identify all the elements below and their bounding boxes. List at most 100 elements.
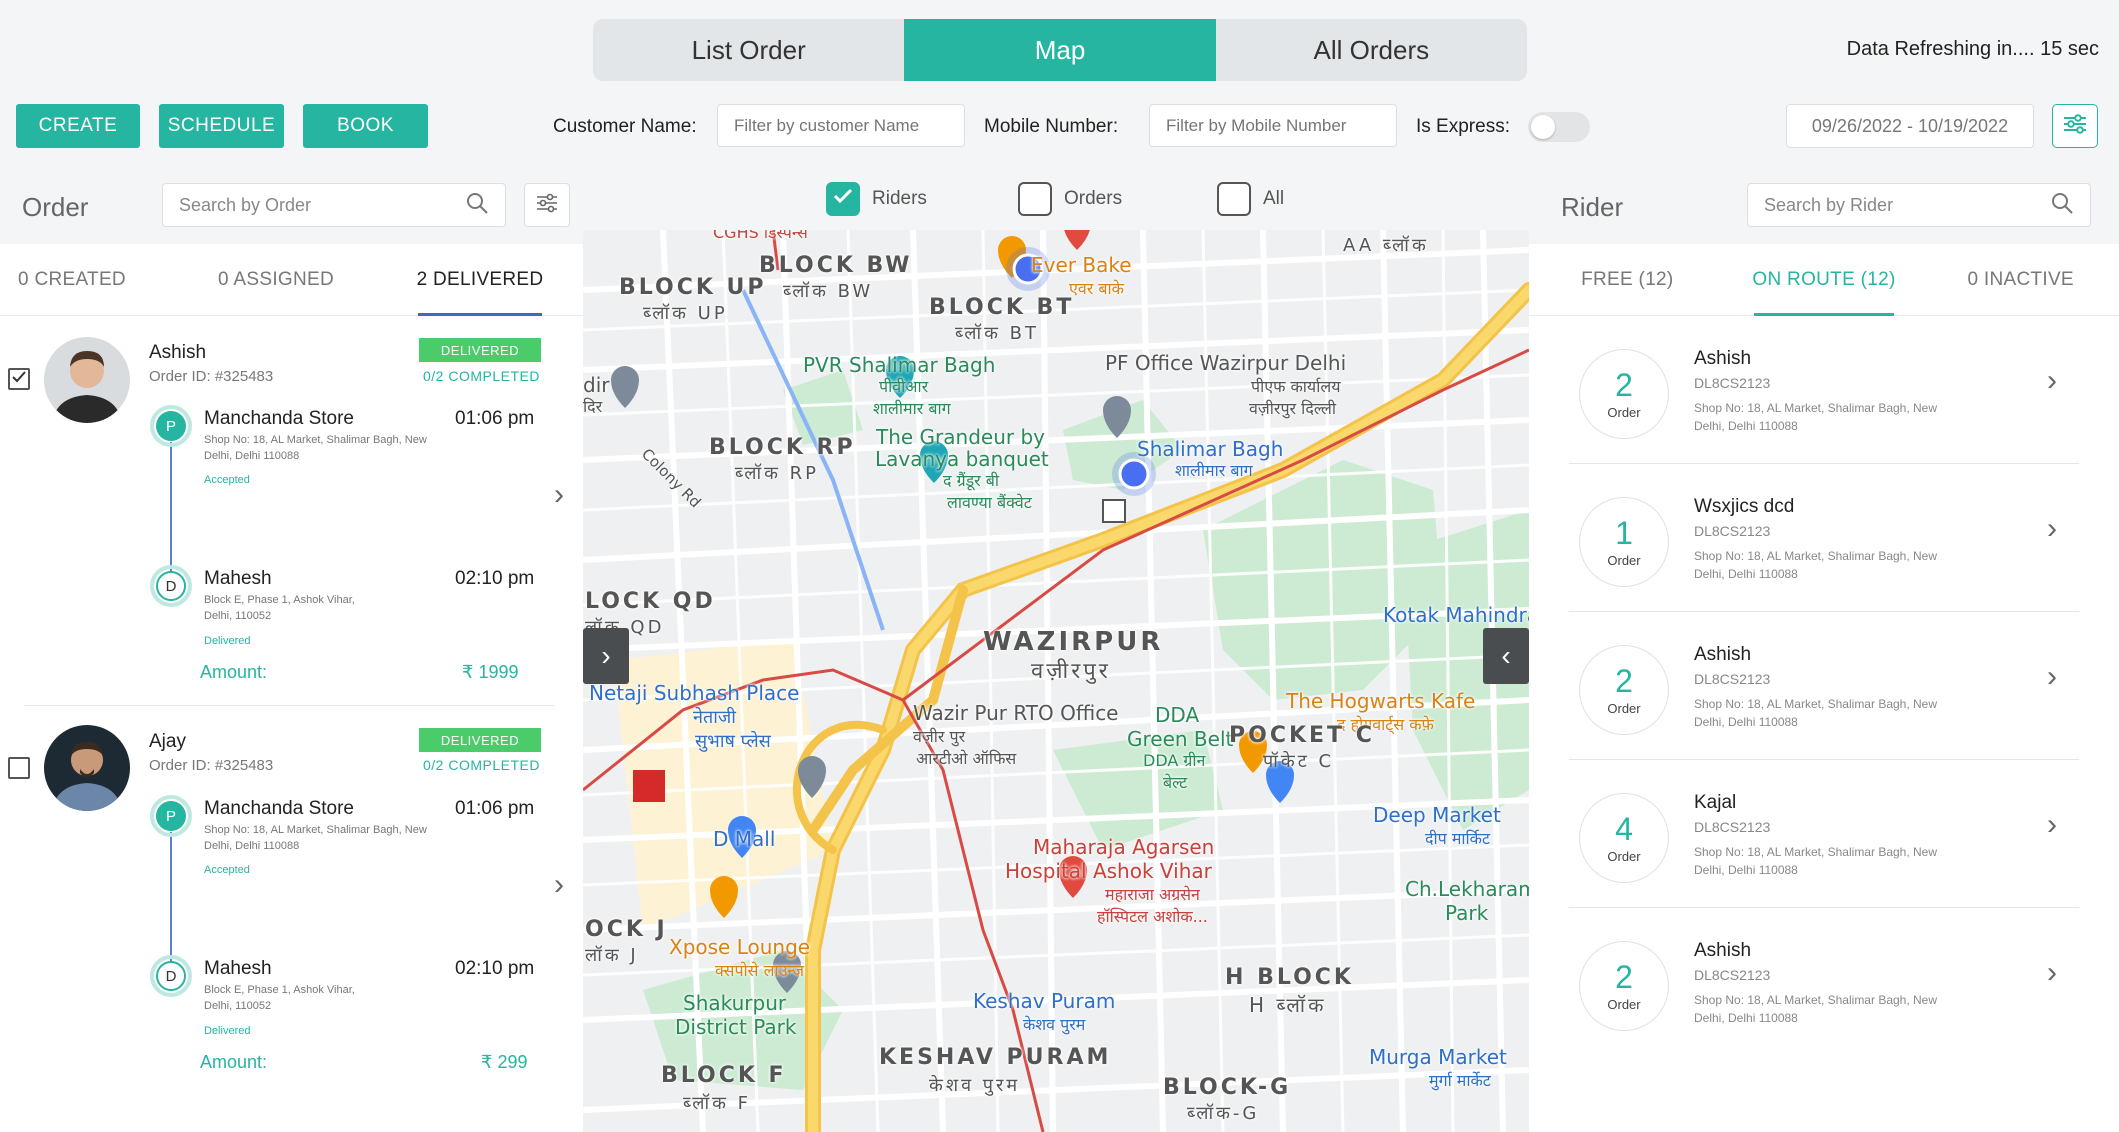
rider-row[interactable]: 2 Order Ashish DL8CS2123 Shop No: 18, AL …	[1569, 316, 2079, 464]
rider-search-input[interactable]: Search by Rider	[1747, 183, 2091, 227]
customer-name: Ashish	[149, 342, 207, 363]
rider-panel-title: Rider	[1561, 192, 1624, 222]
create-button[interactable]: CREATE	[16, 104, 140, 148]
rider-order-count: 2 Order	[1579, 645, 1669, 735]
riders-checkbox[interactable]: Riders	[826, 182, 927, 216]
map-label-dda: DDA	[1155, 703, 1200, 727]
map-label-rto-hi: वज़ीर पुर	[913, 727, 966, 746]
checkbox-box	[826, 182, 860, 216]
map-label-pvr-hi: पीवीआर	[879, 377, 929, 396]
rider-panel-header: Rider Search by Rider	[1529, 166, 2119, 244]
completed-count: 0/2 COMPLETED	[423, 368, 540, 384]
chevron-right-icon[interactable]: ›	[554, 478, 564, 512]
orders-checkbox[interactable]: Orders	[1018, 182, 1122, 216]
order-search-input[interactable]: Search by Order	[162, 183, 506, 227]
map-label-dda-hi2: बेल्ट	[1163, 773, 1188, 792]
drop-name: Mahesh	[204, 568, 272, 589]
sliders-icon	[2062, 112, 2088, 141]
map-label-rto-hi2: आरटीओ ऑफिस	[916, 749, 1017, 768]
map-label-pf-office-hi: पीएफ कार्यालय	[1251, 377, 1341, 396]
map-label-cghs: CGHS डिस्पेन्स	[713, 230, 808, 242]
pickup-time: 01:06 pm	[455, 408, 535, 429]
order-filter-button[interactable]	[524, 183, 570, 227]
rider-panel: Rider Search by Rider FREE (12) ON ROUTE…	[1529, 166, 2119, 1132]
chevron-right-icon[interactable]: ›	[2047, 660, 2057, 694]
map-label-d-mall: D Mall	[713, 827, 776, 851]
map-label-pvr-hi2: शालीमार बाग	[873, 399, 951, 418]
rider-search-placeholder: Search by Rider	[1764, 194, 1894, 215]
mobile-number-input[interactable]	[1149, 104, 1397, 147]
map-label-block-j-hi: लॉक J	[585, 945, 639, 966]
order-card[interactable]: Ajay Order ID: #325483 DELIVERED 0/2 COM…	[0, 706, 583, 1094]
checkbox-box	[1217, 182, 1251, 216]
map-label-netaji: Netaji Subhash Place	[589, 681, 800, 705]
drop-marker: D	[150, 955, 192, 997]
rider-row[interactable]: 4 Order Kajal DL8CS2123 Shop No: 18, AL M…	[1569, 760, 2079, 908]
chevron-right-icon[interactable]: ›	[554, 868, 564, 902]
customer-name-input[interactable]	[717, 104, 965, 147]
pickup-marker: P	[150, 795, 192, 837]
riders-label: Riders	[872, 188, 927, 209]
schedule-button[interactable]: SCHEDULE	[159, 104, 284, 148]
map-label-grandeur: The Grandeur by	[876, 425, 1045, 449]
tab-free[interactable]: FREE (12)	[1529, 244, 1726, 315]
search-icon	[465, 191, 489, 220]
map-label-pocket-c-hi: पॉकेट C	[1263, 751, 1335, 772]
map-canvas[interactable]: CGHS डिस्पेन्स BLOCK BW ब्लॉक BW BLOCK U…	[583, 230, 1529, 1132]
chevron-right-icon[interactable]: ›	[2047, 808, 2057, 842]
map-label-keshav-puram-st-hi: केशव पुरम	[1023, 1015, 1086, 1034]
map-label-dda2: Green Belt	[1127, 727, 1234, 751]
map-label-block-f: BLOCK F	[661, 1063, 787, 1088]
book-button[interactable]: BOOK	[303, 104, 428, 148]
chevron-right-icon[interactable]: ›	[2047, 512, 2057, 546]
all-checkbox[interactable]: All	[1217, 182, 1284, 216]
map-label-block-f-hi: ब्लॉक F	[683, 1093, 752, 1114]
map-label-block-up-hi: ब्लॉक UP	[643, 303, 728, 324]
amount-label: Amount:	[200, 662, 268, 682]
map-label-shakurpur: Shakurpur	[683, 991, 787, 1015]
customer-name: Ajay	[149, 731, 186, 752]
tab-assigned[interactable]: 0 ASSIGNED	[144, 244, 408, 315]
map-label-pf-office: PF Office Wazirpur Delhi	[1105, 351, 1347, 375]
check-icon	[11, 370, 27, 389]
chevron-left-icon[interactable]: ‹	[1483, 628, 1529, 684]
rider-status-tabs: FREE (12) ON ROUTE (12) 0 INACTIVE	[1529, 244, 2119, 316]
rider-order-count: 2 Order	[1579, 941, 1669, 1031]
chevron-right-icon[interactable]: ›	[2047, 364, 2057, 398]
amount-label: Amount:	[200, 1052, 268, 1072]
tab-on-route[interactable]: ON ROUTE (12)	[1726, 244, 1923, 316]
tab-created[interactable]: 0 CREATED	[0, 244, 144, 315]
drop-name: Mahesh	[204, 958, 272, 979]
rider-row[interactable]: 2 Order Ashish DL8CS2123 Shop No: 18, AL …	[1569, 612, 2079, 760]
chevron-right-icon[interactable]: ›	[2047, 956, 2057, 990]
chevron-right-icon[interactable]: ›	[583, 628, 629, 684]
refresh-countdown: Data Refreshing in.... 15 sec	[1846, 38, 2099, 60]
map-label-keshav-puram-st: Keshav Puram	[973, 989, 1116, 1013]
order-status-tabs: 0 CREATED 0 ASSIGNED 2 DELIVERED	[0, 244, 583, 316]
rider-code: DL8CS2123	[1694, 671, 1771, 687]
order-card[interactable]: Ashish Order ID: #325483 DELIVERED 0/2 C…	[0, 316, 583, 704]
date-range-picker[interactable]: 09/26/2022 - 10/19/2022	[1786, 104, 2034, 148]
filter-settings-button[interactable]	[2052, 104, 2098, 148]
tab-map[interactable]: Map	[904, 19, 1216, 81]
rider-row[interactable]: 1 Order Wsxjics dcd DL8CS2123 Shop No: 18…	[1569, 464, 2079, 612]
map-label-block-bw-hi: ब्लॉक BW	[783, 281, 874, 302]
tab-all-orders[interactable]: All Orders	[1216, 19, 1527, 81]
rider-name: Ashish	[1694, 348, 1752, 369]
route-line	[170, 442, 172, 572]
pickup-letter: P	[156, 411, 186, 441]
tab-list-order[interactable]: List Order	[593, 19, 904, 81]
rider-count-label: Order	[1607, 552, 1641, 568]
tab-delivered[interactable]: 2 DELIVERED	[408, 244, 552, 316]
order-select-checkbox[interactable]	[8, 757, 30, 779]
map-area: Riders Orders All CGHS डिस्पेन्स BLOCK B…	[583, 166, 1529, 1132]
order-panel-header: Order Search by Order	[0, 166, 583, 244]
tab-inactive[interactable]: 0 INACTIVE	[1922, 244, 2119, 315]
rider-order-count: 1 Order	[1579, 497, 1669, 587]
rider-row[interactable]: 2 Order Ashish DL8CS2123 Shop No: 18, AL …	[1569, 908, 2079, 1056]
rider-count-label: Order	[1607, 848, 1641, 864]
map-label-kotak: Kotak Mahindra	[1383, 603, 1529, 627]
is-express-toggle[interactable]	[1528, 112, 1590, 142]
order-select-checkbox[interactable]	[8, 368, 30, 390]
map-label-xpose: Xpose Lounge	[669, 935, 811, 959]
